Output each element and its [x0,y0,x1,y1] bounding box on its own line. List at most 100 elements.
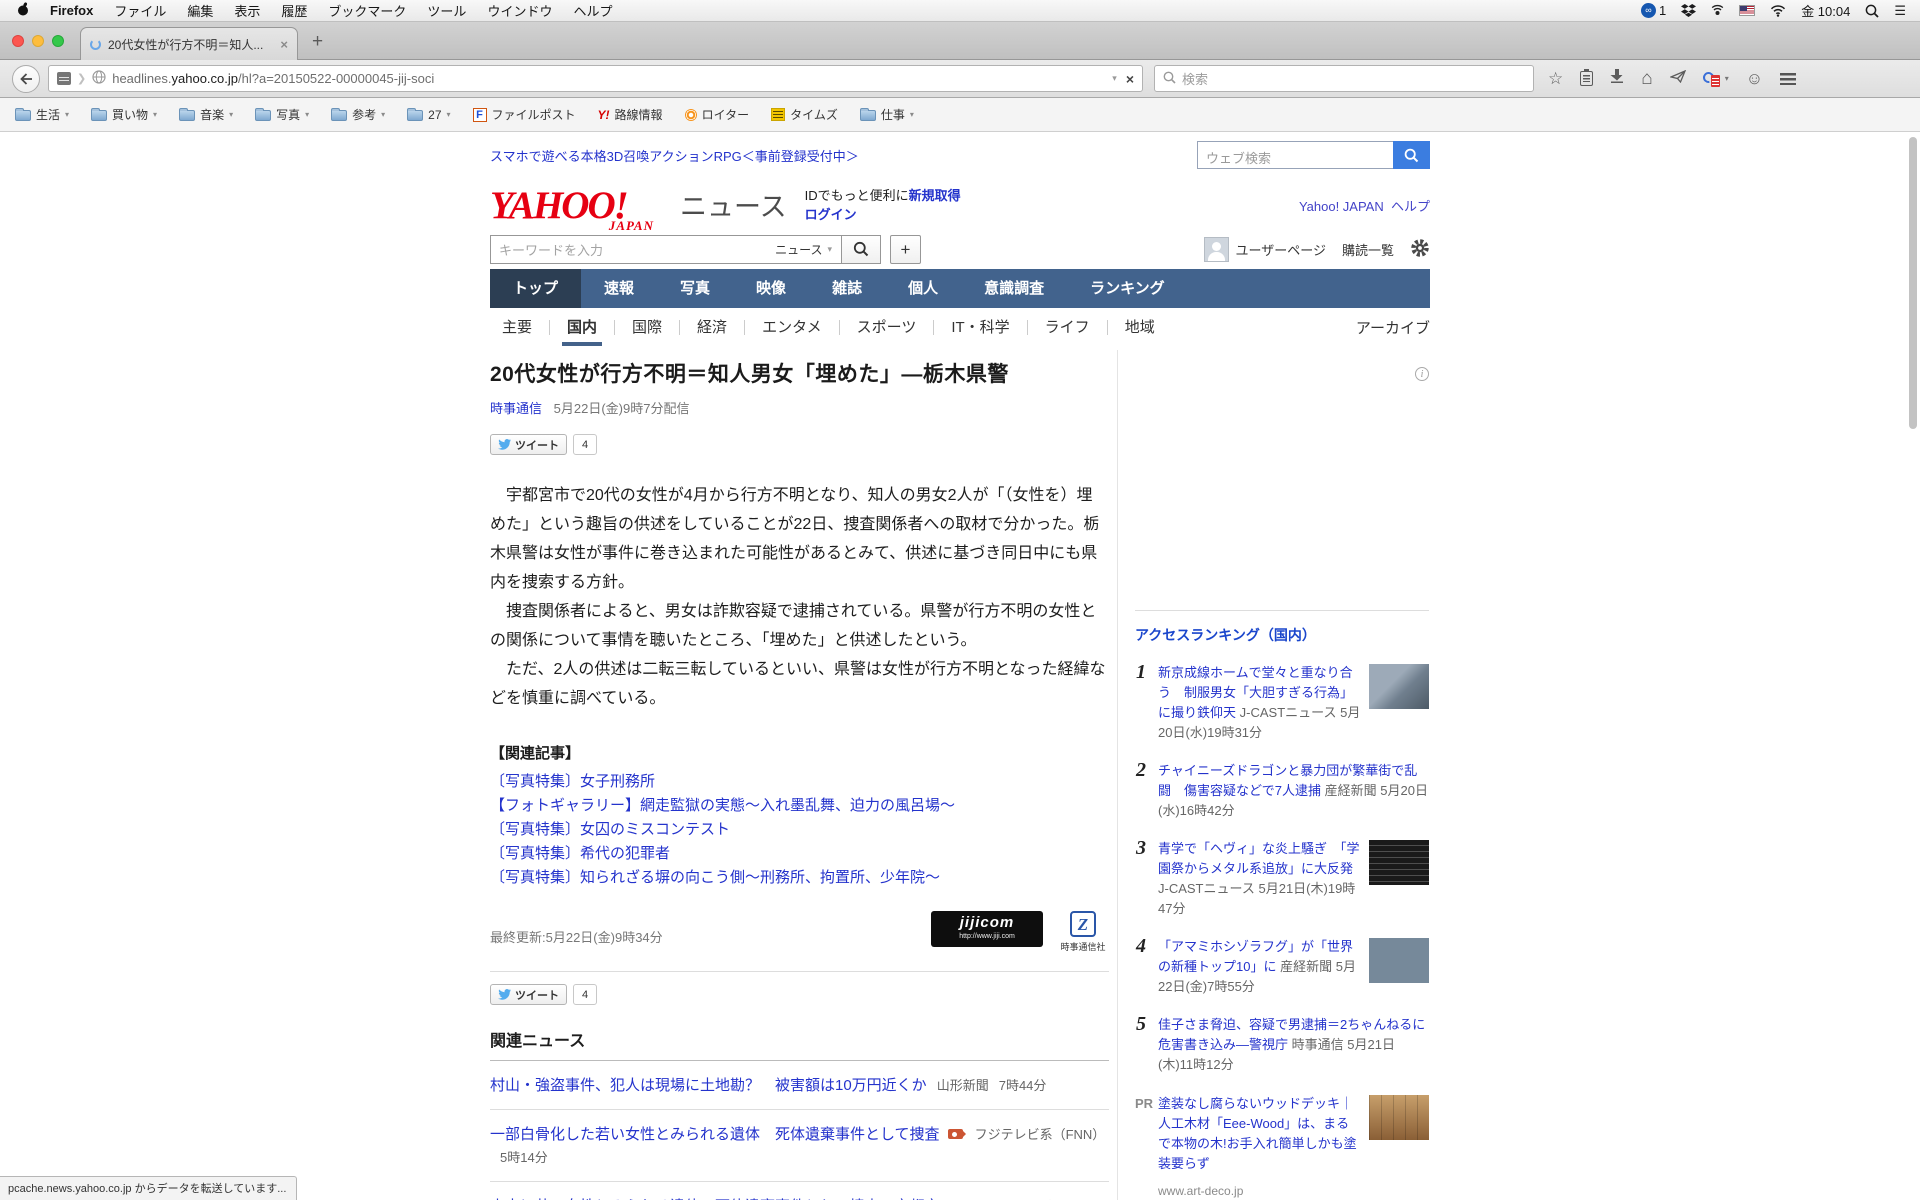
news-search-input[interactable]: キーワードを入力 ニュース ▾ [490,234,842,264]
bookmark-reuters[interactable]: ロイター [684,106,749,123]
web-search-button[interactable] [1393,141,1430,169]
tweet-count[interactable]: 4 [573,434,598,455]
thumbnail[interactable] [1369,840,1429,885]
apple-menu-icon[interactable] [17,2,29,19]
notification-center-icon[interactable]: ☰ [1894,3,1906,19]
related-article-link[interactable]: 【フォトギャラリー】網走監獄の実態～入れ墨乱舞、迫力の風呂場～ [490,797,955,814]
scrollbar-thumb[interactable] [1909,137,1917,429]
menu-view[interactable]: 表示 [234,1,260,20]
ad-info-icon[interactable]: i [1415,367,1429,381]
related-article-link[interactable]: 〔写真特集〕希代の犯罪者 [490,845,670,862]
web-search-input[interactable]: ウェブ検索 [1197,141,1393,169]
send-tab-icon[interactable] [1668,69,1686,88]
ranking-link[interactable]: チャイニーズドラゴンと暴力団が繁華街で乱闘 傷害容疑などで7人逮捕 [1158,763,1417,798]
window-close-button[interactable] [12,35,24,47]
tab-close-icon[interactable]: × [280,37,288,52]
thumbnail[interactable] [1369,938,1429,983]
window-minimize-button[interactable] [32,35,44,47]
subnav-major[interactable]: 主要 [490,320,549,335]
settings-gear-icon[interactable] [1410,238,1430,261]
jijicom-logo[interactable]: jijicom http://www.jiji.com [931,911,1043,947]
menu-tools[interactable]: ツール [427,1,466,20]
subnav-local[interactable]: 地域 [1106,319,1172,335]
thumbnail[interactable] [1369,1095,1429,1140]
menu-window[interactable]: ウインドウ [487,1,552,20]
user-page-link[interactable]: ユーザーページ [1203,236,1326,262]
subnav-entertainment[interactable]: エンタメ [744,319,839,335]
bookmark-folder-reference[interactable]: 参考 ▾ [331,106,385,123]
pdf-extension-icon[interactable] [1700,69,1720,87]
spotlight-icon[interactable] [1865,4,1879,18]
dropbox-icon[interactable] [1681,3,1697,18]
input-source-flag-icon[interactable] [1739,5,1756,16]
yahoo-news-logo[interactable]: YAHOO! JAPAN [490,183,668,233]
nav-tab-ranking[interactable]: ランキング [1067,269,1188,308]
subnav-economy[interactable]: 経済 [679,319,744,335]
bookmark-folder-27[interactable]: 27 ▾ [407,107,451,122]
bookmark-filepost[interactable]: F ファイルポスト [472,106,576,123]
bookmark-transit[interactable]: Y! 路線情報 [598,106,663,123]
bookmark-folder-photo[interactable]: 写真 ▾ [255,106,309,123]
bookmarks-list-icon[interactable] [1580,69,1594,86]
bookmark-folder-shopping[interactable]: 買い物 ▾ [91,106,157,123]
browser-search-field[interactable]: 検索 [1154,65,1534,92]
wifi-icon[interactable] [1770,4,1786,17]
url-text[interactable]: headlines.yahoo.co.jp/hl?a=20150522-0000… [112,71,1106,86]
related-article-link[interactable]: 〔写真特集〕女子刑務所 [490,773,655,790]
menu-hamburger-icon[interactable] [1780,72,1797,85]
signup-link[interactable]: 新規取得 [909,188,961,203]
subnav-it-science[interactable]: IT・科学 [933,319,1026,335]
pr-ad-link[interactable]: 塗装なし腐らないウッドデッキ｜人工木材「Eee-Wood」は、まるで本物の木!お… [1158,1096,1357,1171]
menu-edit[interactable]: 編集 [187,1,213,20]
extension-dropdown-icon[interactable]: ▾ [1725,74,1729,83]
bookmark-folder-work[interactable]: 仕事 ▾ [859,106,914,123]
subscription-list-link[interactable]: 購読一覧 [1342,240,1394,259]
search-scope-dropdown[interactable]: ニュース ▾ [775,241,841,258]
back-button[interactable] [12,64,40,93]
add-keyword-button[interactable]: + [890,234,921,264]
stop-loading-icon[interactable]: × [1126,71,1134,87]
downloads-icon[interactable] [1610,69,1624,88]
menu-help[interactable]: ヘルプ [573,1,612,20]
ranking-link[interactable]: 青学で「ヘヴィ」な炎上騒ぎ 「学園祭からメタル系追放」に大反発 [1158,841,1360,876]
subnav-life[interactable]: ライフ [1026,319,1107,335]
tweet-button[interactable]: ツイート [490,984,567,1005]
nav-tab-video[interactable]: 映像 [733,269,809,308]
menu-file[interactable]: ファイル [114,1,166,20]
tweet-button[interactable]: ツイート [490,434,567,455]
news-row-link[interactable]: 一部白骨化した若い女性とみられる遺体 死体遺棄事件として捜査 [490,1126,940,1143]
news-search-button[interactable] [841,234,881,264]
menu-history[interactable]: 履歴 [281,1,307,20]
related-article-link[interactable]: 〔写真特集〕知られざる塀の向こう側～刑務所、拘置所、少年院～ [490,869,940,886]
nav-tab-personal[interactable]: 個人 [885,269,961,308]
browser-tab[interactable]: 20代女性が行方不明＝知人... × [80,27,298,60]
jiji-press-logo[interactable]: Z 時事通信社 [1057,911,1109,953]
login-link[interactable]: ログイン [805,207,857,222]
nav-tab-flash[interactable]: 速報 [581,269,657,308]
feedback-smiley-icon[interactable]: ☺ [1746,70,1763,87]
url-dropdown-icon[interactable]: ▾ [1112,73,1117,84]
bookmark-times[interactable]: タイムズ [771,106,838,123]
help-link[interactable]: ヘルプ [1391,199,1430,214]
window-zoom-button[interactable] [52,35,64,47]
archive-link[interactable]: アーカイブ [1356,317,1430,338]
nav-tab-magazine[interactable]: 雑誌 [809,269,885,308]
hotspot-icon[interactable] [1711,4,1724,17]
menu-bar-clock[interactable]: 金 10:04 [1801,1,1850,20]
news-row-link[interactable]: 村山・強盗事件、犯人は現場に土地勘？ 被害額は10万円近くか [490,1077,927,1094]
menu-firefox[interactable]: Firefox [50,3,93,18]
tweet-count[interactable]: 4 [573,984,598,1005]
new-tab-button[interactable]: + [312,32,323,52]
nav-tab-top[interactable]: トップ [490,269,582,308]
bookmark-folder-life[interactable]: 生活 ▾ [15,106,69,123]
subnav-domestic[interactable]: 国内 [549,319,614,346]
subnav-sports[interactable]: スポーツ [838,319,934,335]
nav-tab-poll[interactable]: 意識調査 [961,269,1067,308]
thumbnail[interactable] [1369,664,1429,709]
nav-tab-photo[interactable]: 写真 [657,269,733,308]
article-source-link[interactable]: 時事通信 [490,401,542,416]
bookmark-folder-music[interactable]: 音楽 ▾ [179,106,233,123]
home-icon[interactable]: ⌂ [1641,69,1652,88]
ad-placeholder[interactable]: i [1135,355,1429,610]
related-article-link[interactable]: 〔写真特集〕女囚のミスコンテスト [490,821,730,838]
